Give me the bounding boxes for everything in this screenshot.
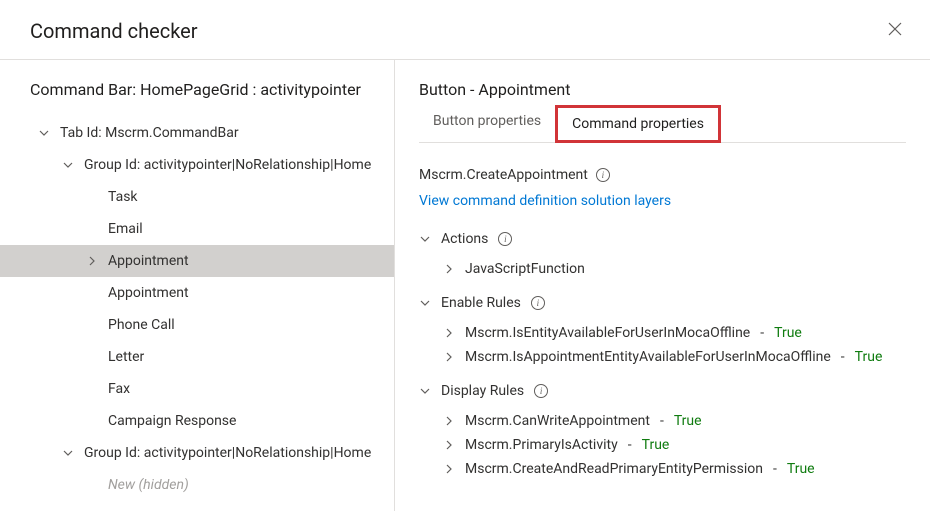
dash: - [773, 461, 777, 477]
rule-value: True [787, 461, 815, 477]
tree-group-row[interactable]: Group Id: activitypointer|NoRelationship… [0, 149, 394, 181]
tree-item-appointment-selected[interactable]: Appointment [0, 245, 394, 277]
tree-item-label: Appointment [108, 253, 189, 269]
tree-item-letter[interactable]: Letter [0, 341, 394, 373]
tree-item-email[interactable]: Email [0, 213, 394, 245]
tree-item-fax[interactable]: Fax [0, 373, 394, 405]
section-actions: Actions i JavaScriptFunction [419, 231, 906, 281]
info-icon[interactable]: i [498, 232, 512, 246]
tree-item-phone-call[interactable]: Phone Call [0, 309, 394, 341]
tab-button-properties[interactable]: Button properties [419, 105, 555, 142]
left-panel[interactable]: Command Bar: HomePageGrid : activitypoin… [0, 60, 395, 511]
action-name: JavaScriptFunction [465, 261, 585, 277]
tab-command-properties[interactable]: Command properties [555, 105, 721, 143]
chevron-down-icon [419, 386, 431, 396]
chevron-down-icon [38, 128, 50, 138]
info-icon[interactable]: i [531, 296, 545, 310]
tree-item-new-hidden[interactable]: New (hidden) [0, 469, 394, 501]
info-icon[interactable]: i [596, 168, 610, 182]
section-title: Display Rules [441, 383, 524, 399]
chevron-right-icon [443, 352, 455, 362]
close-button[interactable] [884, 16, 906, 45]
tree-group-label: Group Id: activitypointer|NoRelationship… [84, 445, 371, 461]
tree-item-label: Letter [108, 349, 144, 365]
rule-item[interactable]: Mscrm.CanWriteAppointment - True [419, 409, 906, 433]
chevron-right-icon [443, 416, 455, 426]
dash: - [841, 349, 845, 365]
tree-item-label: Appointment [108, 285, 189, 301]
command-name: Mscrm.CreateAppointment [419, 167, 588, 183]
dash: - [628, 437, 632, 453]
section-title: Actions [441, 231, 488, 247]
section-enable-rules: Enable Rules i Mscrm.IsEntityAvailableFo… [419, 295, 906, 369]
dash: - [660, 413, 664, 429]
tree-group-label: Group Id: activitypointer|NoRelationship… [84, 157, 371, 173]
rule-name: Mscrm.IsEntityAvailableForUserInMocaOffl… [465, 325, 750, 341]
section-header-display-rules[interactable]: Display Rules i [419, 383, 906, 399]
rule-value: True [855, 349, 883, 365]
tree-group-row[interactable]: Group Id: activitypointer|NoRelationship… [0, 437, 394, 469]
tree-item-appointment[interactable]: Appointment [0, 277, 394, 309]
tree-item-label: Email [108, 221, 143, 237]
action-item[interactable]: JavaScriptFunction [419, 257, 906, 281]
tree-item-campaign-response[interactable]: Campaign Response [0, 405, 394, 437]
section-display-rules: Display Rules i Mscrm.CanWriteAppointmen… [419, 383, 906, 481]
chevron-down-icon [62, 160, 74, 170]
section-header-enable-rules[interactable]: Enable Rules i [419, 295, 906, 311]
rule-item[interactable]: Mscrm.PrimaryIsActivity - True [419, 433, 906, 457]
tree-item-label: Campaign Response [108, 413, 236, 429]
rule-value: True [674, 413, 702, 429]
chevron-right-icon [86, 256, 98, 266]
tree-item-label: Fax [108, 381, 130, 397]
rule-name: Mscrm.PrimaryIsActivity [465, 437, 618, 453]
rule-name: Mscrm.IsAppointmentEntityAvailableForUse… [465, 349, 831, 365]
chevron-right-icon [443, 440, 455, 450]
section-header-actions[interactable]: Actions i [419, 231, 906, 247]
rule-item[interactable]: Mscrm.IsEntityAvailableForUserInMocaOffl… [419, 321, 906, 345]
close-icon [888, 22, 902, 36]
dialog-body: Command Bar: HomePageGrid : activitypoin… [0, 60, 930, 511]
tree-item-task[interactable]: Task [0, 181, 394, 213]
chevron-down-icon [62, 448, 74, 458]
tabs: Button properties Command properties [419, 105, 906, 143]
rule-value: True [774, 325, 802, 341]
spacer [0, 501, 394, 511]
dialog-header: Command checker [0, 0, 930, 60]
dialog-title: Command checker [30, 19, 198, 43]
tree-tab-row[interactable]: Tab Id: Mscrm.CommandBar [0, 117, 394, 149]
right-panel: Button - Appointment Button properties C… [395, 60, 930, 511]
command-bar-subtitle: Command Bar: HomePageGrid : activitypoin… [0, 80, 394, 117]
tree-tab-label: Tab Id: Mscrm.CommandBar [60, 125, 239, 141]
button-title: Button - Appointment [419, 80, 906, 99]
info-icon[interactable]: i [534, 384, 548, 398]
rule-item[interactable]: Mscrm.IsAppointmentEntityAvailableForUse… [419, 345, 906, 369]
view-solution-layers-link[interactable]: View command definition solution layers [419, 193, 671, 209]
chevron-right-icon [443, 464, 455, 474]
command-name-row: Mscrm.CreateAppointment i [419, 167, 906, 183]
dash: - [760, 325, 764, 341]
tree-item-label: New (hidden) [108, 477, 189, 493]
tree-item-label: Task [108, 189, 138, 205]
rule-name: Mscrm.CanWriteAppointment [465, 413, 650, 429]
chevron-down-icon [419, 234, 431, 244]
rule-value: True [642, 437, 670, 453]
rule-name: Mscrm.CreateAndReadPrimaryEntityPermissi… [465, 461, 763, 477]
tree-item-label: Phone Call [108, 317, 175, 333]
chevron-right-icon [443, 264, 455, 274]
section-title: Enable Rules [441, 295, 521, 311]
chevron-right-icon [443, 328, 455, 338]
rule-item[interactable]: Mscrm.CreateAndReadPrimaryEntityPermissi… [419, 457, 906, 481]
chevron-down-icon [419, 298, 431, 308]
